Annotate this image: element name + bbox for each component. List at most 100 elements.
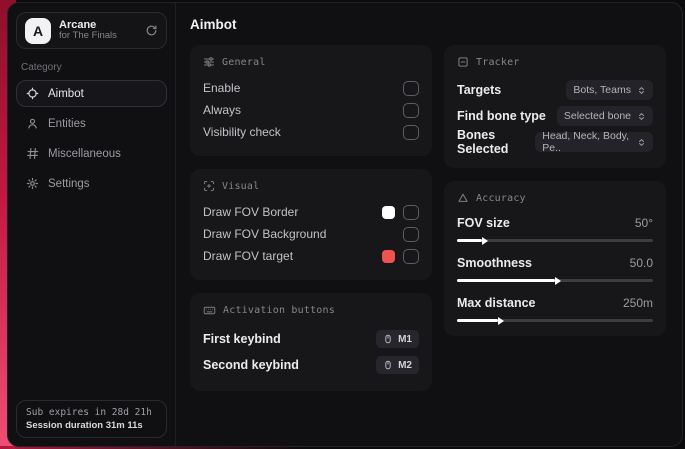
sidebar-item-label: Aimbot xyxy=(48,87,84,100)
slider-thumb[interactable] xyxy=(482,236,489,245)
sidebar-item-label: Entities xyxy=(48,117,86,130)
card-title-label: General xyxy=(222,56,266,68)
slider-thumb[interactable] xyxy=(555,276,561,285)
draw-fov-background-checkbox[interactable] xyxy=(403,226,419,242)
setting-row-max-distance: Max distance 250m xyxy=(457,293,653,325)
general-card-header: General xyxy=(203,56,419,68)
setting-row-always: Always xyxy=(203,99,419,121)
app-logo: A xyxy=(25,17,51,44)
setting-row-visibility-check: Visibility check xyxy=(203,121,419,143)
session-duration-text: Session duration 31m 11s xyxy=(26,420,143,431)
setting-row-fov-size: FOV size 50° xyxy=(457,213,653,245)
brand-text: Arcane for The Finals xyxy=(59,19,137,43)
setting-label: Always xyxy=(203,103,242,117)
setting-label: Draw FOV target xyxy=(203,249,294,263)
keybind-value: M2 xyxy=(398,359,412,371)
mouse-icon xyxy=(383,360,393,370)
tracker-card: Tracker Targets Bots, Teams Find bone ty… xyxy=(444,45,666,168)
sidebar: A Arcane for The Finals Category Aimbot xyxy=(8,3,176,446)
accuracy-card: Accuracy FOV size 50° Smoothness 50.0 Ma… xyxy=(444,181,666,336)
fov-target-color-swatch[interactable] xyxy=(382,249,395,263)
visual-card-header: Visual xyxy=(203,180,419,192)
fov-border-color-swatch[interactable] xyxy=(382,205,395,219)
targets-select[interactable]: Bots, Teams xyxy=(566,80,653,100)
chevrons-up-down-icon xyxy=(637,138,646,147)
slider-fill xyxy=(457,316,505,325)
scan-line-icon xyxy=(457,56,469,68)
draw-fov-target-checkbox[interactable] xyxy=(403,248,419,264)
setting-row-targets: Targets Bots, Teams xyxy=(457,77,653,103)
visual-card: Visual Draw FOV Border Draw FOV Backgrou… xyxy=(190,169,432,280)
setting-row-enable: Enable xyxy=(203,77,419,99)
setting-row-draw-fov-border: Draw FOV Border xyxy=(203,201,419,223)
refresh-icon[interactable] xyxy=(145,24,158,37)
keybind-value: M1 xyxy=(398,333,412,345)
general-card: General Enable Always Visibility check xyxy=(190,45,432,156)
sidebar-item-entities[interactable]: Entities xyxy=(16,110,167,137)
sliders-icon xyxy=(203,56,215,68)
select-value: Bots, Teams xyxy=(573,84,631,96)
setting-label: Find bone type xyxy=(457,109,546,123)
find-bone-type-select[interactable]: Selected bone xyxy=(556,106,653,126)
sidebar-item-miscellaneous[interactable]: Miscellaneous xyxy=(16,140,167,167)
setting-label: Draw FOV Background xyxy=(203,227,327,241)
activation-card: Activation buttons First keybind M1 Seco… xyxy=(190,293,432,391)
fov-size-value: 50° xyxy=(634,216,653,230)
select-value: Selected bone xyxy=(563,110,631,122)
app-subtitle: for The Finals xyxy=(59,30,117,42)
setting-label: Draw FOV Border xyxy=(203,205,299,219)
select-value: Head, Neck, Body, Pe.. xyxy=(542,130,630,154)
category-label: Category xyxy=(21,62,62,73)
setting-label: Targets xyxy=(457,83,502,97)
bones-selected-select[interactable]: Head, Neck, Body, Pe.. xyxy=(535,130,653,154)
max-distance-value: 250m xyxy=(622,296,653,310)
card-title-label: Accuracy xyxy=(476,192,526,204)
setting-row-bones-selected: Bones Selected Head, Neck, Body, Pe.. xyxy=(457,128,653,156)
card-title-label: Tracker xyxy=(476,56,520,68)
smoothness-value: 50.0 xyxy=(629,256,653,270)
setting-row-draw-fov-target: Draw FOV target xyxy=(203,245,419,267)
page-title: Aimbot xyxy=(190,17,237,32)
gear-icon xyxy=(26,177,39,190)
setting-label: FOV size xyxy=(457,216,510,230)
tracker-card-header: Tracker xyxy=(457,56,653,68)
slider-thumb[interactable] xyxy=(498,316,505,325)
sidebar-item-label: Miscellaneous xyxy=(48,147,121,160)
slider-fill xyxy=(457,276,561,285)
focus-plus-icon xyxy=(203,180,215,192)
brand-card: A Arcane for The Finals xyxy=(16,12,167,49)
keyboard-icon xyxy=(203,304,216,317)
main-content: Aimbot General Enable Always Visibility … xyxy=(176,3,682,446)
max-distance-slider[interactable] xyxy=(457,316,653,325)
subscription-status: Sub expires in 28d 21h Session duration … xyxy=(16,400,167,438)
setting-label: Second keybind xyxy=(203,358,299,372)
slider-fill xyxy=(457,236,489,245)
sub-expiry-text: Sub expires in 28d 21h xyxy=(26,407,152,418)
second-keybind-button[interactable]: M2 xyxy=(376,356,419,374)
smoothness-slider[interactable] xyxy=(457,276,653,285)
setting-label: Enable xyxy=(203,81,241,95)
sidebar-item-aimbot[interactable]: Aimbot xyxy=(16,80,167,107)
first-keybind-button[interactable]: M1 xyxy=(376,330,419,348)
hash-icon xyxy=(26,147,39,160)
triangle-icon xyxy=(457,192,469,204)
setting-row-smoothness: Smoothness 50.0 xyxy=(457,253,653,285)
sidebar-item-settings[interactable]: Settings xyxy=(16,170,167,197)
chevrons-up-down-icon xyxy=(637,112,646,121)
enable-checkbox[interactable] xyxy=(403,80,419,96)
draw-fov-border-checkbox[interactable] xyxy=(403,204,419,220)
person-icon xyxy=(26,117,39,130)
mouse-icon xyxy=(383,334,393,344)
activation-card-header: Activation buttons xyxy=(203,304,419,317)
visibility-check-checkbox[interactable] xyxy=(403,124,419,140)
card-title-label: Visual xyxy=(222,180,260,192)
setting-row-first-keybind: First keybind M1 xyxy=(203,326,419,352)
setting-label: Max distance xyxy=(457,296,536,310)
setting-label: Smoothness xyxy=(457,256,533,270)
fov-size-slider[interactable] xyxy=(457,236,653,245)
card-title-label: Activation buttons xyxy=(223,305,335,316)
crosshair-icon xyxy=(26,87,39,100)
always-checkbox[interactable] xyxy=(403,102,419,118)
setting-row-draw-fov-background: Draw FOV Background xyxy=(203,223,419,245)
setting-label: First keybind xyxy=(203,332,281,346)
